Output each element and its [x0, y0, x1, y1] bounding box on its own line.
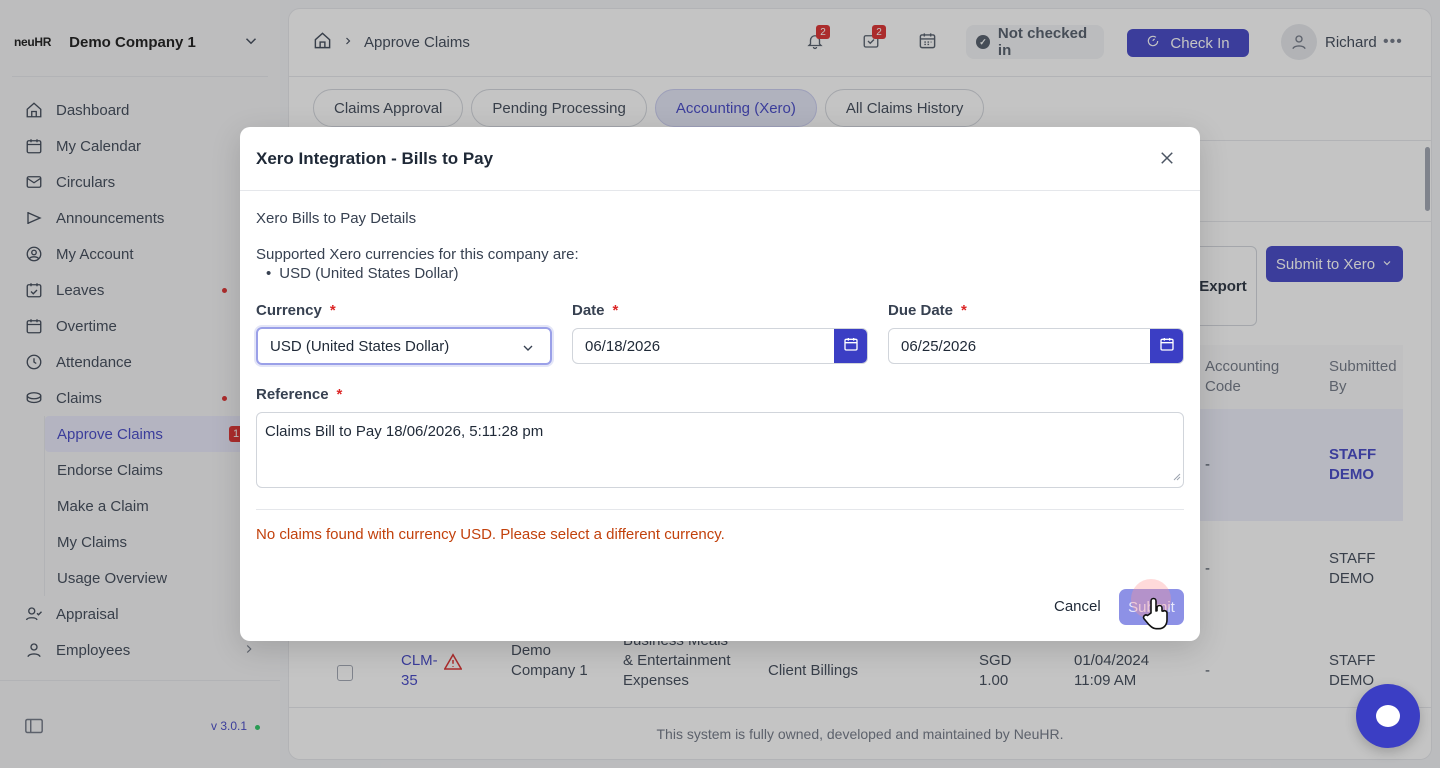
reference-label-text: Reference: [256, 386, 329, 403]
bullet-icon: •: [266, 265, 272, 282]
due-date-input[interactable]: 06/25/2026: [888, 328, 1184, 364]
due-date-label-text: Due Date: [888, 302, 954, 319]
required-asterisk: *: [329, 302, 336, 319]
required-asterisk: *: [336, 386, 343, 403]
modal-divider: [256, 509, 1184, 510]
resize-handle-icon[interactable]: [1173, 468, 1181, 485]
due-date-label: Due Date *: [888, 302, 967, 319]
currency-select[interactable]: USD (United States Dollar): [256, 327, 552, 365]
cancel-button[interactable]: Cancel: [1054, 598, 1101, 615]
date-input[interactable]: 06/18/2026: [572, 328, 868, 364]
due-date-picker-button[interactable]: [1150, 329, 1183, 363]
date-picker-button[interactable]: [834, 329, 867, 363]
calendar-icon: [843, 336, 859, 356]
currency-label: Currency *: [256, 302, 336, 319]
xero-bills-modal: Xero Integration - Bills to Pay Xero Bil…: [240, 127, 1200, 641]
required-asterisk: *: [961, 302, 967, 319]
currency-label-text: Currency: [256, 302, 322, 319]
hand-cursor-icon: [1142, 597, 1172, 634]
currency-select-value: USD (United States Dollar): [270, 337, 450, 355]
supported-currency-label: USD (United States Dollar): [279, 265, 459, 282]
reference-textarea[interactable]: Claims Bill to Pay 18/06/2026, 5:11:28 p…: [256, 412, 1184, 488]
required-asterisk: *: [612, 302, 619, 319]
date-label: Date *: [572, 302, 618, 319]
date-input-value: 06/18/2026: [585, 337, 661, 355]
currency-warning-message: No claims found with currency USD. Pleas…: [256, 526, 725, 543]
modal-title: Xero Integration - Bills to Pay: [256, 149, 494, 168]
supported-currencies-text: Supported Xero currencies for this compa…: [256, 246, 579, 263]
close-icon[interactable]: [1158, 149, 1176, 170]
date-label-text: Date: [572, 302, 605, 319]
chat-bubble-icon: [1376, 705, 1400, 727]
supported-currency-item: • USD (United States Dollar): [266, 265, 459, 282]
reference-label: Reference *: [256, 386, 342, 403]
reference-value: Claims Bill to Pay 18/06/2026, 5:11:28 p…: [265, 423, 544, 440]
due-date-input-value: 06/25/2026: [901, 337, 977, 355]
modal-header: Xero Integration - Bills to Pay: [240, 127, 1200, 191]
calendar-icon: [1159, 336, 1175, 356]
chat-button[interactable]: [1356, 684, 1420, 748]
chevron-down-icon: [520, 340, 536, 360]
section-heading: Xero Bills to Pay Details: [256, 210, 417, 227]
